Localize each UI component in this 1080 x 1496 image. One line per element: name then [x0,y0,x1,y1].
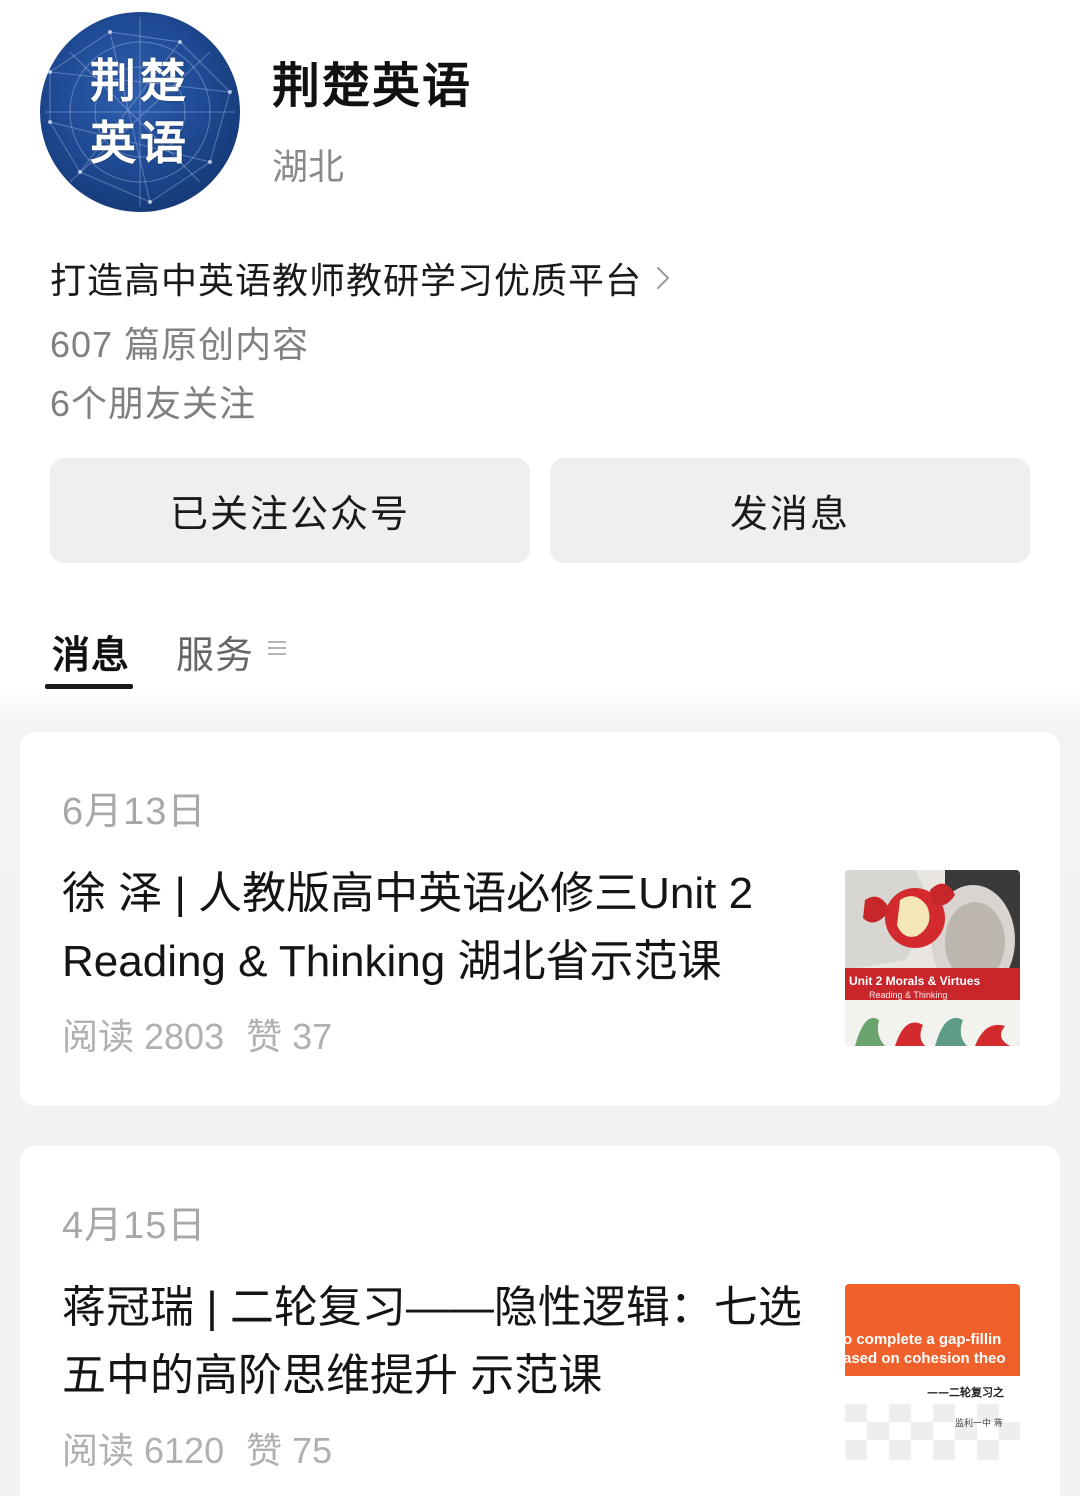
thumb-author-text: 监利一中 蒋 [955,1417,1003,1429]
thumb-title-text: o complete a gap-fillin [845,1331,1001,1348]
article-thumbnail[interactable]: Unit 2 Morals & Virtues Reading & Thinki… [845,870,1020,1046]
article-date: 4月15日 [62,1205,207,1247]
thumb-series-text: ——二轮复习之 [927,1385,1004,1399]
menu-lines-icon[interactable] [266,638,288,658]
tab-services[interactable]: 服务 [176,624,254,679]
account-intro-link[interactable]: 打造高中英语教师教研学习优质平台 [50,252,670,304]
gap-filling-cover-image: o complete a gap-fillin ased on cohesion… [845,1284,1020,1460]
morals-virtues-cover-image: Unit 2 Morals & Virtues Reading & Thinki… [845,870,1020,1046]
article-stats: 阅读 2803 赞 37 [62,1008,332,1060]
article-like-count: 赞 37 [246,1016,333,1057]
account-region: 湖北 [272,146,345,187]
article-stats: 阅读 6120 赞 75 [62,1422,332,1474]
avatar-logo-text: 荆楚 英语 [90,54,190,170]
article-like-count: 赞 75 [246,1430,333,1471]
thumb-title-text: Unit 2 Morals & Virtues [849,974,980,988]
article-read-count: 阅读 6120 [62,1430,225,1471]
followed-account-button[interactable]: 已关注公众号 [50,458,530,563]
friends-following-count[interactable]: 6个朋友关注 [50,375,256,427]
active-tab-indicator [45,684,133,689]
account-profile-page: 荆楚 英语 荆楚英语 湖北 打造高中英语教师教研学习优质平台 607 篇原创内容… [0,0,1080,1496]
account-name: 荆楚英语 [272,60,473,113]
account-avatar[interactable]: 荆楚 英语 [40,12,240,212]
thumb-subtitle-text: Reading & Thinking [869,990,947,1000]
article-card[interactable]: 4月15日 蒋冠瑞 | 二轮复习——隐性逻辑：七选五中的高阶思维提升 示范课 阅… [20,1146,1060,1496]
account-intro-text: 打造高中英语教师教研学习优质平台 [50,260,643,301]
original-content-count[interactable]: 607 篇原创内容 [50,316,309,368]
tab-messages[interactable]: 消息 [52,624,130,679]
article-read-count: 阅读 2803 [62,1016,225,1057]
article-thumbnail[interactable]: o complete a gap-fillin ased on cohesion… [845,1284,1020,1460]
article-title[interactable]: 徐 泽 | 人教版高中英语必修三Unit 2 Reading & Thinkin… [62,860,812,996]
article-card[interactable]: 6月13日 徐 泽 | 人教版高中英语必修三Unit 2 Reading & T… [20,732,1060,1106]
send-message-button[interactable]: 发消息 [550,458,1030,563]
article-title[interactable]: 蒋冠瑞 | 二轮复习——隐性逻辑：七选五中的高阶思维提升 示范课 [62,1274,812,1410]
thumb-subtitle-text: ased on cohesion theo [845,1350,1006,1367]
chevron-right-icon [657,267,670,289]
article-date: 6月13日 [62,791,207,833]
